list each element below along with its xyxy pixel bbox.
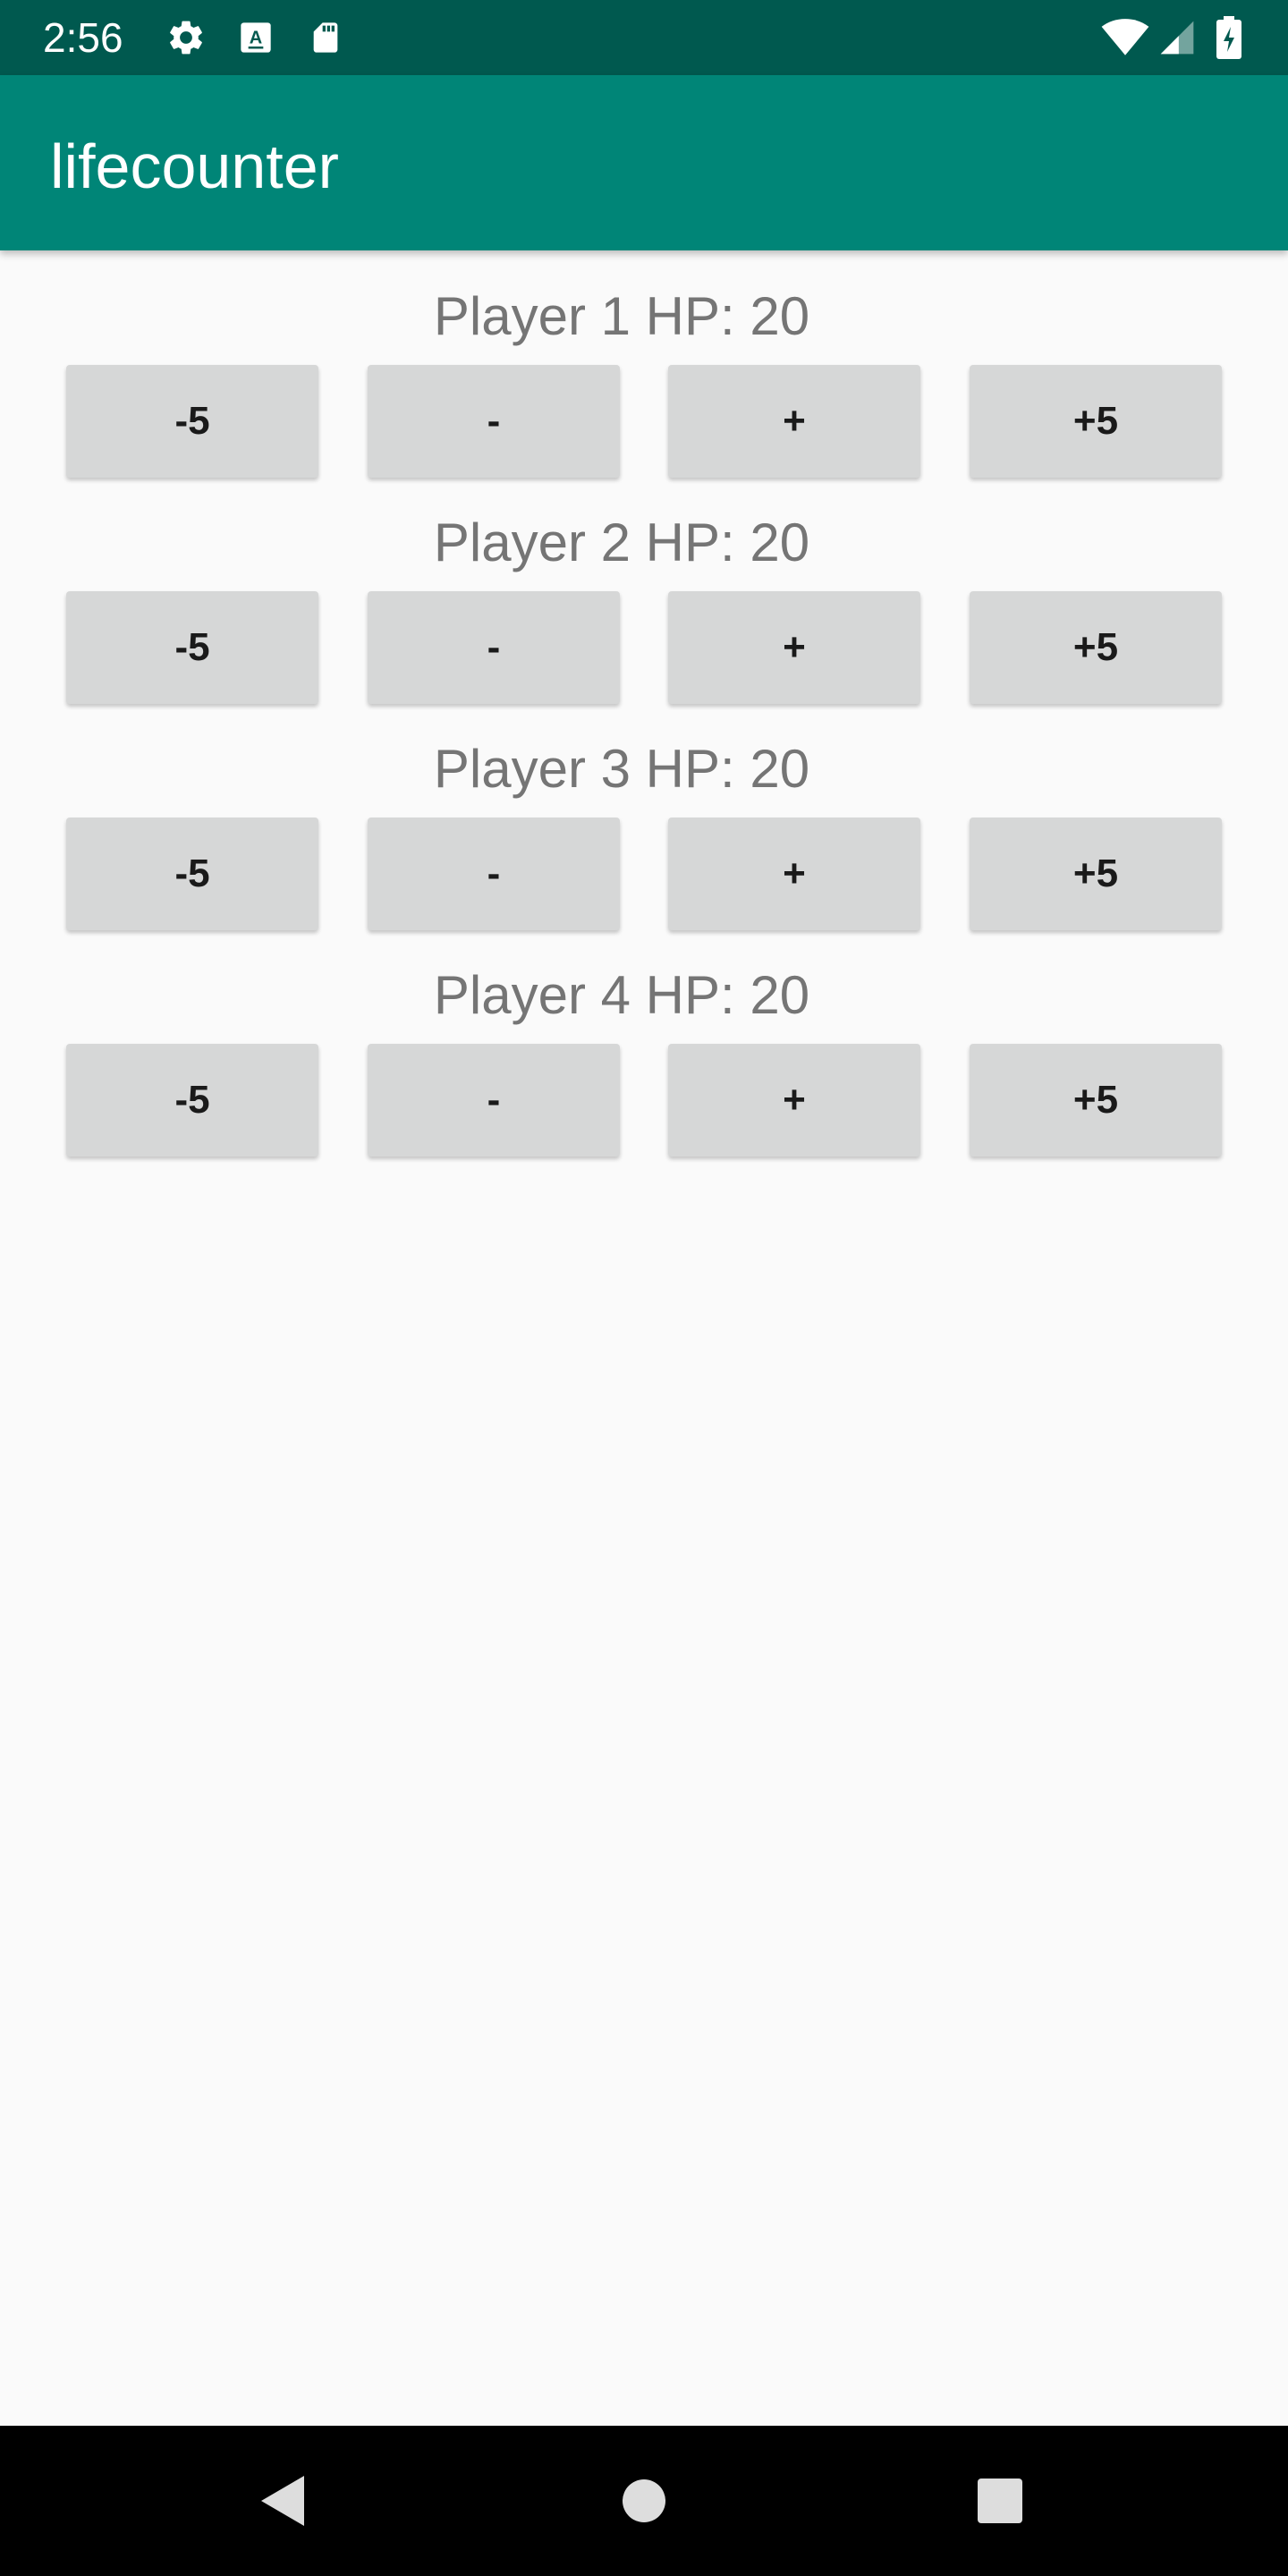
player-3-hp-label: Player 3 HP: 20 [433,739,810,799]
status-time: 2:56 [43,14,123,61]
navigation-bar [0,2426,1288,2576]
player-2-plus-5-button[interactable]: +5 [970,591,1222,704]
player-1-plus-5-button[interactable]: +5 [970,365,1222,478]
player-4-section: Player 4 HP: 20 -5 - + +5 [0,960,1288,1186]
player-1-hp-label: Player 1 HP: 20 [433,286,810,346]
player-1-plus-1-button[interactable]: + [668,365,920,478]
player-2-hp-label: Player 2 HP: 20 [433,513,810,572]
player-4-plus-5-button[interactable]: +5 [970,1044,1222,1157]
status-bar: 2:56 A [0,0,1288,75]
player-3-minus-5-button[interactable]: -5 [66,818,318,930]
player-4-hp-label: Player 4 HP: 20 [433,965,810,1025]
text-a-icon: A [234,16,277,59]
sd-card-icon [304,16,347,59]
battery-charging-icon [1211,16,1247,59]
player-3-plus-1-button[interactable]: + [668,818,920,930]
player-2-plus-1-button[interactable]: + [668,591,920,704]
player-1-minus-5-button[interactable]: -5 [66,365,318,478]
player-1-minus-1-button[interactable]: - [368,365,620,478]
app-title: lifecounter [50,131,339,201]
player-4-minus-1-button[interactable]: - [368,1044,620,1157]
back-icon[interactable] [249,2465,320,2537]
signal-icon [1156,16,1199,59]
svg-text:A: A [250,29,262,48]
player-4-minus-5-button[interactable]: -5 [66,1044,318,1157]
recents-icon[interactable] [964,2465,1036,2537]
wifi-icon [1100,16,1150,59]
player-3-minus-1-button[interactable]: - [368,818,620,930]
player-2-minus-5-button[interactable]: -5 [66,591,318,704]
player-3-plus-5-button[interactable]: +5 [970,818,1222,930]
player-4-plus-1-button[interactable]: + [668,1044,920,1157]
player-3-section: Player 3 HP: 20 -5 - + +5 [0,733,1288,960]
app-bar: lifecounter [0,75,1288,250]
screen: 2:56 A lifecounter Player 1 HP: 20 -5 - … [0,0,1288,2576]
player-2-minus-1-button[interactable]: - [368,591,620,704]
player-2-section: Player 2 HP: 20 -5 - + +5 [0,507,1288,733]
home-icon[interactable] [608,2465,680,2537]
player-1-section: Player 1 HP: 20 -5 - + +5 [0,281,1288,507]
settings-icon [165,16,208,59]
